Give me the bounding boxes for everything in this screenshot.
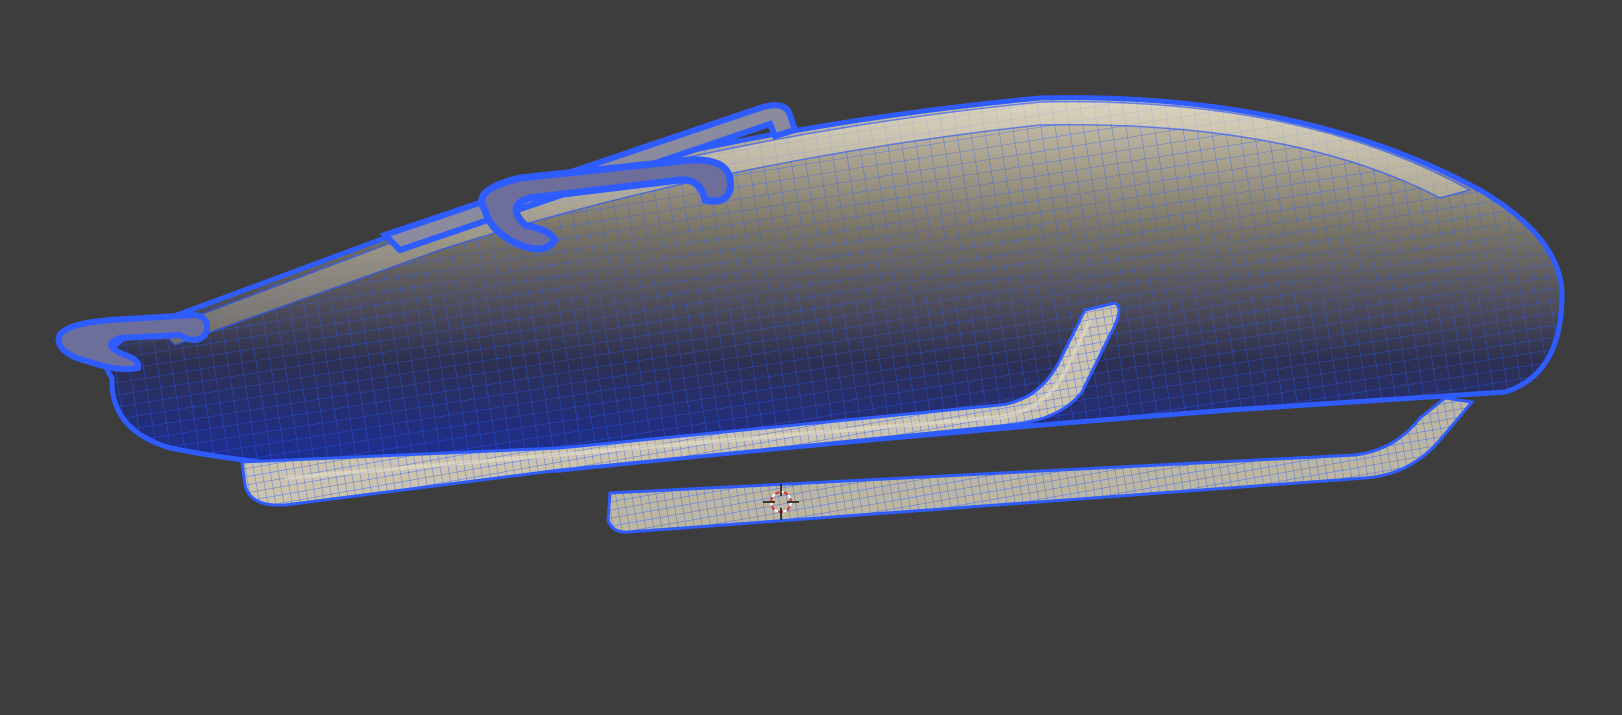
3d-viewport[interactable] <box>0 0 1622 715</box>
hull-body[interactable] <box>103 95 1565 475</box>
mesh-render <box>55 95 1565 534</box>
